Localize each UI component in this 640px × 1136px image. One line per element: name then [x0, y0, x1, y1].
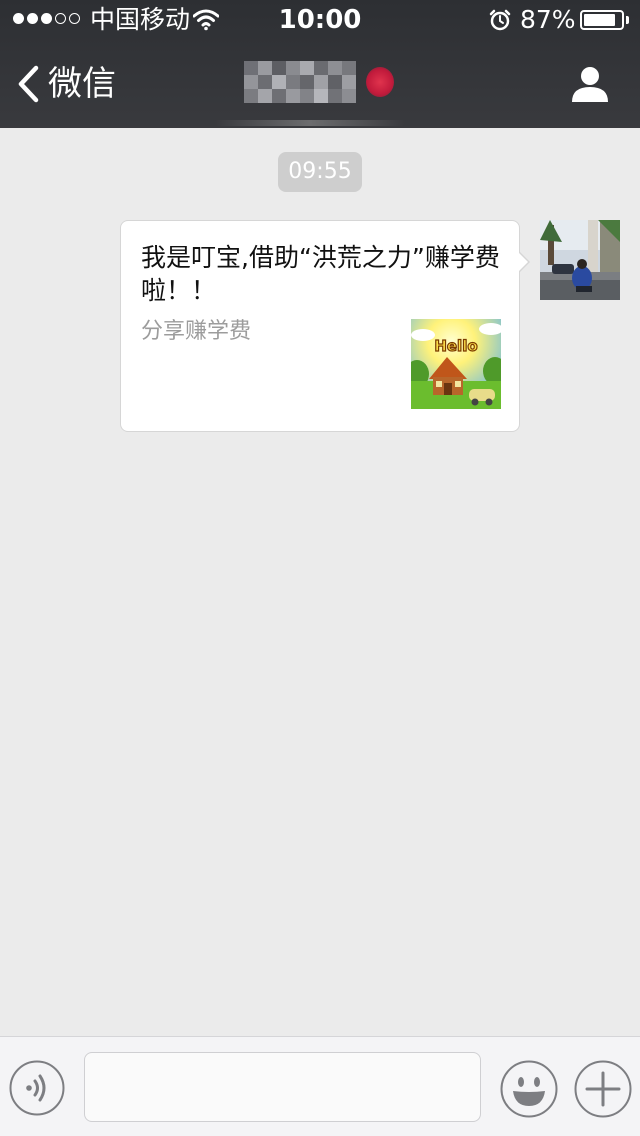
alarm-clock-icon: [489, 9, 511, 31]
avatar[interactable]: [540, 220, 620, 300]
chat-title-blurred: [244, 61, 394, 103]
bubble-tail: [518, 252, 528, 272]
message-title: 我是叮宝,借助“洪荒之力”赚学费啦！！: [141, 243, 500, 305]
title-divider: [215, 120, 405, 126]
back-label: 微信: [48, 64, 116, 104]
nav-bar: 微信: [0, 40, 640, 128]
message-timestamp: 09:55: [278, 152, 362, 192]
link-thumbnail-image: Hello: [411, 319, 501, 409]
back-button[interactable]: 微信: [16, 60, 116, 108]
chat-area[interactable]: 09:55 我是叮宝,借助“洪荒之力”赚学费啦！！ 分享赚学费 Hello: [0, 128, 640, 1036]
voice-icon[interactable]: [9, 1060, 65, 1116]
battery-icon: [580, 10, 624, 30]
thumbnail-hello-text: Hello: [434, 337, 477, 355]
battery-percent: 87%: [520, 5, 576, 34]
header: 中国移动 10:00 87% 微信: [0, 0, 640, 128]
plus-icon[interactable]: [574, 1060, 632, 1118]
emoji-icon[interactable]: [500, 1060, 558, 1118]
input-bar: [0, 1036, 640, 1136]
chevron-left-icon: [18, 65, 39, 103]
profile-icon[interactable]: [570, 64, 610, 104]
blurred-emoji: [366, 67, 394, 97]
pixelated-name: [244, 61, 356, 103]
battery-tip: [626, 16, 629, 24]
battery-fill: [584, 14, 616, 26]
message-input[interactable]: [84, 1052, 481, 1122]
link-card-message[interactable]: 我是叮宝,借助“洪荒之力”赚学费啦！！ 分享赚学费 Hello: [120, 220, 520, 432]
status-bar: 中国移动 10:00 87%: [0, 0, 640, 40]
message-description: 分享赚学费: [141, 319, 252, 344]
